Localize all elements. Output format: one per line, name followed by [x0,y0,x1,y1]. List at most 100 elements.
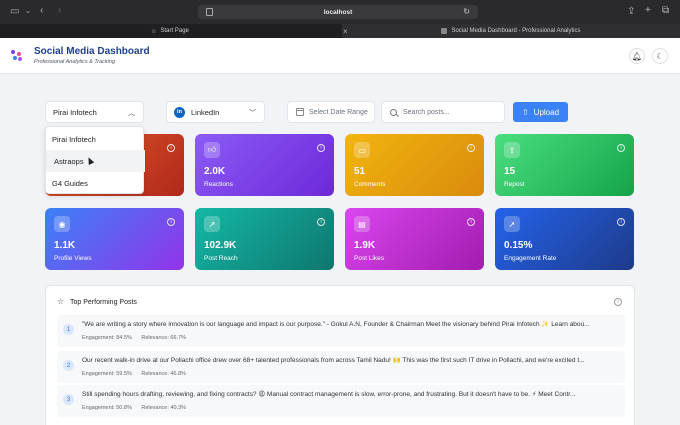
stat-value: 2.0K [204,166,226,177]
info-icon[interactable]: i [467,218,475,226]
logo-icon [11,50,23,62]
stat-card-comments: ▭ i 51 Comments [345,134,484,196]
info-icon[interactable]: i [467,144,475,152]
stat-card-post-reach: ↗ i 102.9K Post Reach [195,208,334,270]
sidebar-icon[interactable]: ▭ [10,7,19,17]
forward-icon[interactable]: › [58,6,61,16]
url-bar[interactable]: localhost ↻ [198,5,478,19]
url-text: localhost [323,8,353,16]
pointer-icon: ➚ [504,216,520,232]
post-relevance: Relevance: 46.8% [141,371,187,377]
info-icon[interactable]: i [317,144,325,152]
post-text: Our recent walk-in drive at our Pollachi… [82,357,585,364]
bell-icon: 🔔︎ [631,51,643,61]
post-meta: Engagement: 59.5% Relevance: 46.8% [82,371,194,377]
company-select-value: Pirai Infotech [53,107,97,117]
share-icon: ⇪ [504,142,520,158]
chevron-up-icon: ︿ [128,110,135,117]
post-engagement: Engagement: 50.8% [82,405,132,411]
stat-card-profile-views: ◉ i 1.1K Profile Views [45,208,184,270]
post-rank: 1 [63,324,74,335]
search-input[interactable]: Search posts... [381,101,505,123]
top-posts-panel: ☆ Top Performing Posts i 1 "We are writi… [45,285,635,425]
dropdown-option-pirai-infotech[interactable]: Pirai Infotech [46,128,145,150]
reload-icon[interactable]: ↻ [463,7,470,16]
platform-select-value: LinkedIn [191,107,220,117]
tabs-overview-icon[interactable]: ⧉ [662,6,669,16]
info-icon[interactable]: i [614,298,622,306]
new-tab-icon[interactable]: + [645,6,651,16]
notifications-button[interactable]: 🔔︎ [629,48,645,64]
stat-value: 102.9K [204,240,237,251]
search-placeholder: Search posts... [403,108,450,116]
company-dropdown: Pirai Infotech Astraops G4 Guides [45,126,145,194]
post-rank: 3 [63,394,74,405]
upload-button[interactable]: ⇧ Upload [513,102,568,122]
post-item[interactable]: 2 Our recent walk-in drive at our Pollac… [57,351,625,383]
stat-label: Repost [504,181,525,188]
info-icon[interactable]: i [167,218,175,226]
post-meta: Engagement: 50.8% Relevance: 40.3% [82,405,194,411]
top-posts-title: Top Performing Posts [70,299,137,306]
stat-label: Engagement Rate [504,255,557,262]
stat-label: Post Reach [204,255,238,262]
close-tab-icon[interactable]: × [343,24,348,38]
share-icon[interactable]: ⇪ [627,7,635,17]
stat-label: Post Likes [354,255,384,262]
page-icon [206,8,213,16]
stat-value: 1.1K [54,240,76,251]
post-rank: 2 [63,360,74,371]
search-icon [390,108,397,116]
company-select[interactable]: Pirai Infotech ︿ [45,101,144,123]
platform-select[interactable]: in LinkedIn ﹀ [166,101,265,123]
comment-icon: ▭ [354,142,370,158]
stat-value: 1.9K [354,240,376,251]
stat-card-repost: ⇪ i 15 Repost [495,134,634,196]
moon-icon: ☾ [656,51,664,61]
info-icon[interactable]: i [617,218,625,226]
tab-label: Social Media Dashboard - Professional An… [451,28,581,34]
dropdown-option-g4-guides[interactable]: G4 Guides [46,172,145,194]
post-item[interactable]: 3 Still spending hours drafting, reviewi… [57,385,625,417]
linkedin-icon: in [174,106,185,118]
trend-icon: ↗ [204,216,220,232]
stat-card-post-likes: ▤ i 1.9K Post Likes [345,208,484,270]
star-icon: ☆ [57,297,65,306]
star-icon: ☆ [151,28,157,35]
post-text: "We are writing a story where innovation… [82,321,590,328]
back-icon[interactable]: ‹ [40,6,43,16]
date-range-placeholder: Select Date Range [309,108,368,116]
tab-start-page[interactable]: ☆ Start Page [0,24,340,38]
chevron-down-icon: ﹀ [249,110,256,117]
upload-icon: ⇧ [521,107,529,117]
message-icon: ▤ [354,216,370,232]
stat-label: Comments [354,181,386,188]
stat-label: Reactions [204,181,233,188]
post-engagement: Engagement: 59.5% [82,371,132,377]
dropdown-option-astraops[interactable]: Astraops [46,150,145,172]
post-engagement: Engagement: 84.5% [82,335,132,341]
info-icon[interactable]: i [167,144,175,152]
chevron-down-icon[interactable]: ⌄ [25,7,31,17]
app-header: Social Media Dashboard Professional Anal… [0,38,680,74]
stat-value: 51 [354,166,366,177]
tab-label: Start Page [160,28,189,34]
theme-toggle-button[interactable]: ☾ [652,48,668,64]
stat-value: 0.15% [504,240,533,251]
tab-dashboard[interactable]: Social Media Dashboard - Professional An… [342,24,680,38]
stat-label: Profile Views [54,255,92,262]
info-icon[interactable]: i [317,218,325,226]
calendar-icon [296,108,304,116]
date-range-picker[interactable]: Select Date Range [287,101,375,123]
upload-label: Upload [533,107,560,117]
app-title: Social Media Dashboard [34,46,150,57]
stat-card-engagement-rate: ➚ i 0.15% Engagement Rate [495,208,634,270]
post-relevance: Relevance: 66.7% [141,335,187,341]
post-text: Still spending hours drafting, reviewing… [82,391,576,398]
app-subtitle: Professional Analytics & Tracking [34,59,116,65]
post-meta: Engagement: 84.5% Relevance: 66.7% [82,335,194,341]
info-icon[interactable]: i [617,144,625,152]
post-item[interactable]: 1 "We are writing a story where innovati… [57,315,625,347]
post-relevance: Relevance: 40.3% [141,405,187,411]
browser-toolbar: ▭ ⌄ ‹ › localhost ↻ ⇪ + ⧉ [0,0,680,24]
